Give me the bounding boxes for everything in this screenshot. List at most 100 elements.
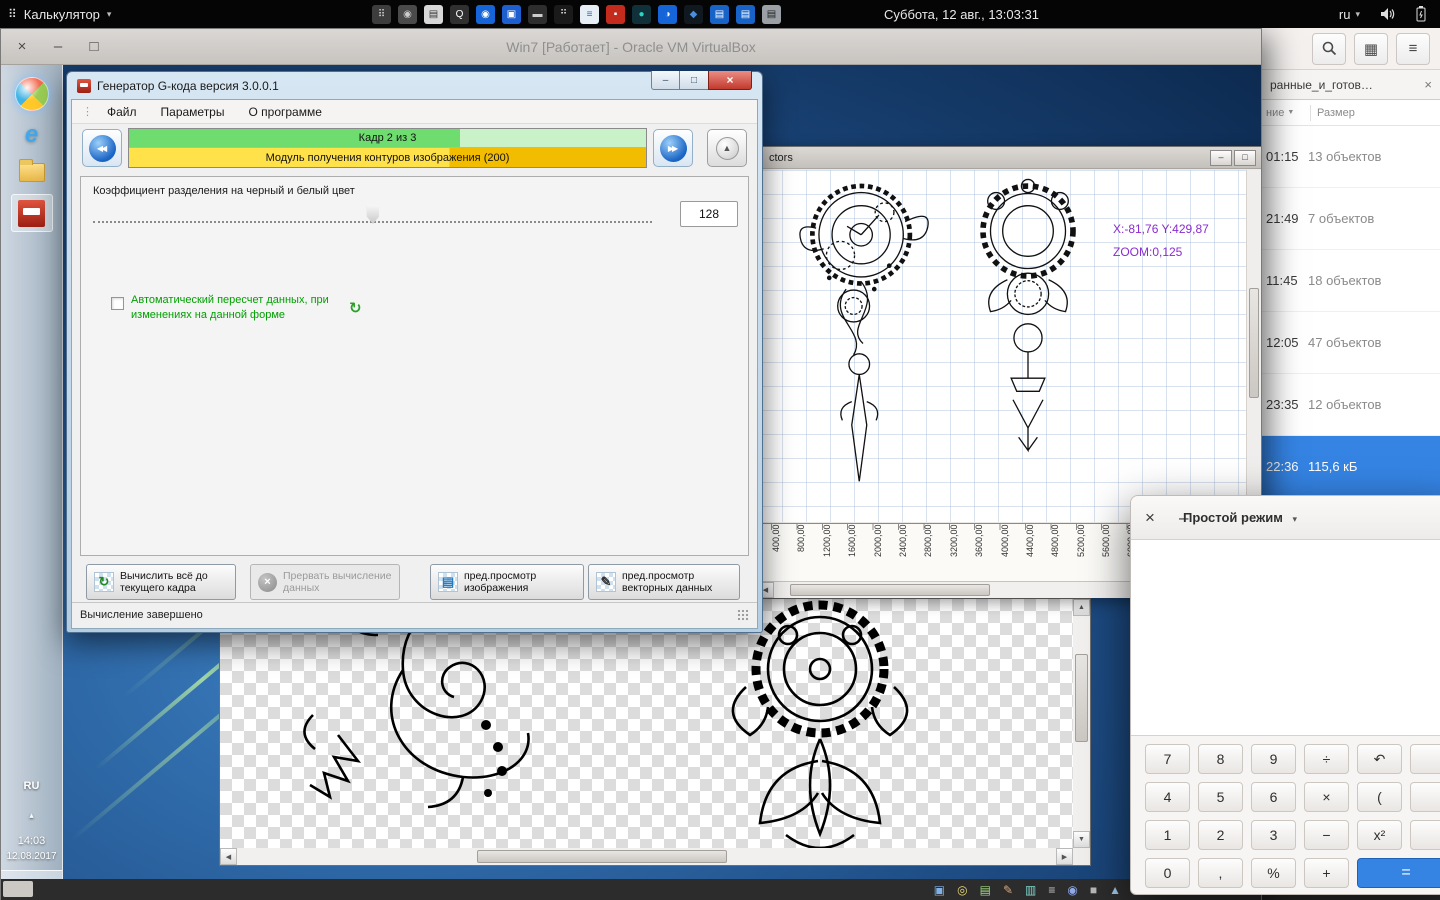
preview-vertical-scrollbar[interactable]: ▲ ▼ — [1073, 599, 1090, 848]
menu-button[interactable]: ≡ — [1396, 33, 1430, 65]
gcode-close-button[interactable]: × — [708, 71, 752, 90]
battery-icon[interactable] — [1416, 6, 1426, 22]
column-header-size[interactable]: Размер — [1311, 107, 1355, 119]
file-row[interactable]: 01:1513 объектов — [1262, 126, 1440, 188]
app-menu[interactable]: ⠿ Калькулятор ▾ — [8, 0, 111, 28]
tray-icon[interactable]: ◑ — [658, 5, 677, 24]
calc-key-5[interactable]: 5 — [1198, 782, 1243, 812]
calc-key-−[interactable]: − — [1304, 820, 1349, 850]
vector-canvas[interactable]: X:-81,76 Y:429,87 ZOOM:0,125 — [758, 170, 1261, 522]
keyboard-layout-indicator[interactable]: ru ▾ — [1339, 7, 1360, 22]
calc-key-0[interactable]: 0 — [1145, 858, 1190, 888]
equals-button[interactable]: = — [1357, 858, 1440, 888]
tray-icon[interactable]: ⠿ — [372, 5, 391, 24]
vbox-status-icon[interactable]: ◉ — [1067, 883, 1077, 897]
system-status-area[interactable]: ru ▾ — [1339, 0, 1426, 28]
calc-key-↶[interactable]: ↶ — [1357, 744, 1402, 774]
scrollbar-thumb[interactable] — [1075, 654, 1088, 742]
tray-icon[interactable]: ▤ — [736, 5, 755, 24]
calc-key-×[interactable]: × — [1304, 782, 1349, 812]
eject-button[interactable]: ▲ — [707, 129, 747, 167]
calc-key-x²[interactable]: x² — [1357, 820, 1402, 850]
tab-scanned-folder[interactable]: ранные_и_готов… × — [1262, 70, 1440, 99]
internet-explorer-icon[interactable]: e — [25, 121, 38, 149]
tray-icon[interactable]: ● — [632, 5, 651, 24]
resize-grip[interactable] — [737, 609, 749, 621]
scroll-left-icon[interactable]: ◀ — [220, 848, 237, 865]
menu-parameters[interactable]: Параметры — [161, 105, 225, 119]
calc-key-cutoff[interactable] — [1410, 744, 1440, 774]
tray-icon[interactable]: ≡ — [580, 5, 599, 24]
next-frame-button[interactable]: ▶▶ — [653, 129, 693, 167]
menu-file[interactable]: Файл — [107, 105, 137, 119]
volume-icon[interactable] — [1380, 7, 1396, 21]
vbox-status-icon[interactable]: ✎ — [1003, 883, 1013, 897]
vector-maximize-icon[interactable]: □ — [1234, 150, 1256, 166]
taskbar-clock-time[interactable]: 14:03 — [18, 835, 46, 847]
vbox-status-icon[interactable]: ▥ — [1025, 883, 1036, 897]
tray-icon[interactable]: ▪ — [606, 5, 625, 24]
start-button[interactable] — [15, 77, 49, 111]
calc-key-3[interactable]: 3 — [1251, 820, 1296, 850]
vbox-status-icon[interactable]: ▲ — [1109, 883, 1121, 897]
language-indicator[interactable]: RU — [24, 780, 40, 792]
calc-key-7[interactable]: 7 — [1145, 744, 1190, 774]
tray-icon[interactable]: ▤ — [424, 5, 443, 24]
scrollbar-thumb[interactable] — [790, 584, 990, 596]
scroll-down-icon[interactable]: ▼ — [1073, 831, 1090, 848]
autocalc-checkbox[interactable] — [111, 297, 124, 310]
threshold-slider[interactable] — [93, 207, 652, 223]
calc-key-6[interactable]: 6 — [1251, 782, 1296, 812]
calc-key-cutoff[interactable] — [1410, 820, 1440, 850]
threshold-value-box[interactable]: 128 — [680, 201, 738, 227]
calc-display[interactable] — [1131, 540, 1440, 736]
show-desktop-button[interactable] — [1, 870, 62, 879]
preview-vectors-button[interactable]: ✎ пред.просмотр векторных данных — [588, 564, 740, 600]
vbox-status-icon[interactable]: ◎ — [957, 883, 967, 897]
file-row[interactable]: 21:497 объектов — [1262, 188, 1440, 250]
tray-icon[interactable]: ◉ — [398, 5, 417, 24]
preview-image-button[interactable]: ▤ пред.просмотр изображения — [430, 564, 584, 600]
calc-key-9[interactable]: 9 — [1251, 744, 1296, 774]
tray-icon[interactable]: ▤ — [710, 5, 729, 24]
taskbar-clock-date[interactable]: 12.08.2017 — [6, 851, 56, 862]
vbox-status-icon[interactable]: ▣ — [934, 883, 945, 897]
calc-key-cutoff[interactable] — [1410, 782, 1440, 812]
scroll-up-icon[interactable]: ▲ — [1073, 599, 1090, 616]
tab-close-icon[interactable]: × — [1424, 77, 1432, 92]
tray-icon[interactable]: Q — [450, 5, 469, 24]
tray-icon[interactable]: ◉ — [476, 5, 495, 24]
tray-icon[interactable]: ⠛ — [554, 5, 573, 24]
calc-key-1[interactable]: 1 — [1145, 820, 1190, 850]
scrollbar-thumb[interactable] — [1249, 288, 1259, 398]
vbox-status-icon[interactable]: ■ — [1090, 883, 1097, 897]
view-grid-button[interactable]: ▦ — [1354, 33, 1388, 65]
scrollbar-thumb[interactable] — [477, 850, 727, 863]
file-row[interactable]: 11:4518 объектов — [1262, 250, 1440, 312]
file-row[interactable]: 12:0547 объектов — [1262, 312, 1440, 374]
tray-icon[interactable]: ▤ — [762, 5, 781, 24]
vector-minimize-icon[interactable]: – — [1210, 150, 1232, 166]
gcode-taskbar-button[interactable] — [11, 194, 53, 232]
vector-vertical-scrollbar[interactable] — [1246, 170, 1261, 522]
column-header-modified[interactable]: ние ▼ — [1262, 107, 1310, 119]
slider-thumb[interactable] — [367, 205, 379, 224]
tray-icon[interactable]: ◆ — [684, 5, 703, 24]
preview-horizontal-scrollbar[interactable]: ◀ ▶ — [220, 848, 1073, 865]
vbox-status-icon[interactable]: ▤ — [980, 883, 991, 897]
calculate-all-button[interactable]: ↻ Вычислить всё до текущего кадра — [86, 564, 236, 600]
calc-mode-selector[interactable]: Простой режим ▾ — [1131, 510, 1349, 525]
tray-icon[interactable]: ▬ — [528, 5, 547, 24]
gcode-maximize-button[interactable]: □ — [680, 71, 708, 90]
calc-key-%[interactable]: % — [1251, 858, 1296, 888]
calc-key-([interactable]: ( — [1357, 782, 1402, 812]
calc-key-+[interactable]: + — [1304, 858, 1349, 888]
clock-menu[interactable]: Суббота, 12 авг., 13:03:31 — [884, 0, 1039, 28]
menu-about[interactable]: О программе — [248, 105, 321, 119]
file-row[interactable]: 23:3512 объектов — [1262, 374, 1440, 436]
calc-key-,[interactable]: , — [1198, 858, 1243, 888]
calc-key-÷[interactable]: ÷ — [1304, 744, 1349, 774]
calc-key-2[interactable]: 2 — [1198, 820, 1243, 850]
vbox-status-icon[interactable]: ≡ — [1048, 883, 1055, 897]
tray-icon[interactable]: ▣ — [502, 5, 521, 24]
